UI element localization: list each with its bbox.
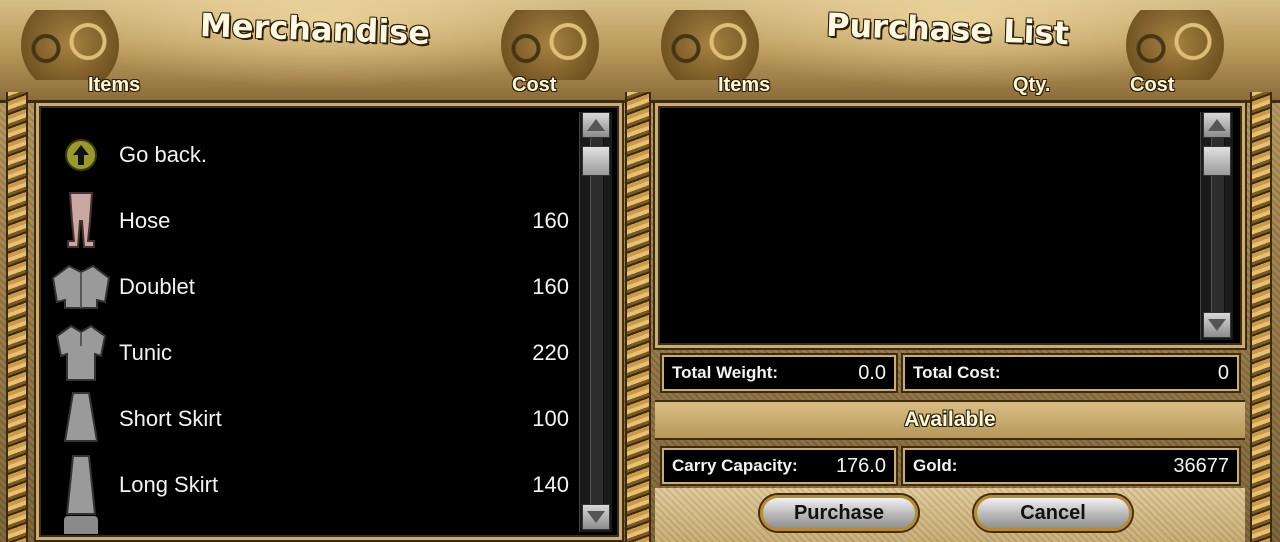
merchandise-list[interactable]: Go back. Hose 160 Doublet 160 Tunic 220 … bbox=[36, 103, 622, 540]
scrollbar-thumb[interactable] bbox=[582, 146, 610, 176]
carry-capacity-label: Carry Capacity: bbox=[672, 456, 798, 475]
button-bar bbox=[655, 488, 1245, 542]
purchase-list[interactable] bbox=[655, 103, 1245, 348]
total-weight-value: 0.0 bbox=[858, 361, 886, 384]
merchandise-item-long-skirt[interactable]: Long Skirt 140 bbox=[49, 454, 569, 516]
scrollbar-thumb[interactable] bbox=[1203, 146, 1231, 176]
arrow-up-icon bbox=[587, 119, 605, 131]
merchandise-item-go-back[interactable]: Go back. bbox=[49, 124, 569, 186]
item-cost: 160 bbox=[532, 274, 569, 299]
purchase-list-header: Purchase List Items Qty. Cost bbox=[640, 0, 1280, 103]
scrollbar-track[interactable] bbox=[590, 138, 604, 506]
tunic-icon bbox=[49, 322, 113, 384]
total-weight-label: Total Weight: bbox=[672, 363, 779, 382]
partial-item-icon bbox=[64, 516, 98, 534]
merchandise-item-hose[interactable]: Hose 160 bbox=[49, 190, 569, 252]
long-skirt-icon bbox=[49, 454, 113, 516]
merchandise-scrollbar[interactable] bbox=[579, 112, 612, 532]
arrow-down-icon bbox=[587, 511, 605, 523]
purchase-items-column-header: Items bbox=[718, 74, 771, 96]
item-cost: 100 bbox=[532, 406, 569, 431]
gold-label: Gold: bbox=[913, 456, 958, 475]
merchandise-cost-column-header: Cost bbox=[512, 74, 557, 96]
ornament-scroll-icon bbox=[10, 10, 130, 80]
ornament-scroll-icon bbox=[650, 10, 770, 80]
merchandise-item-short-skirt[interactable]: Short Skirt 100 bbox=[49, 388, 569, 450]
braided-border bbox=[1250, 92, 1272, 542]
purchase-button[interactable]: Purchase bbox=[760, 495, 918, 531]
item-name: Go back. bbox=[119, 142, 208, 167]
merchandise-item-doublet[interactable]: Doublet 160 bbox=[49, 256, 569, 318]
go-back-arrow-icon bbox=[49, 124, 113, 186]
carry-capacity-box: Carry Capacity: 176.0 bbox=[662, 448, 896, 484]
arrow-down-icon bbox=[1208, 319, 1226, 331]
merchandise-item-tunic[interactable]: Tunic 220 bbox=[49, 322, 569, 384]
item-name: Tunic bbox=[119, 340, 172, 365]
purchase-cost-column-header: Cost bbox=[1130, 74, 1175, 96]
hose-icon bbox=[49, 190, 113, 252]
merchandise-header: Merchandise Items Cost bbox=[0, 0, 640, 103]
scroll-down-button[interactable] bbox=[1203, 312, 1231, 338]
merchandise-title: Merchandise bbox=[199, 5, 431, 53]
gold-box: Gold: 36677 bbox=[903, 448, 1239, 484]
arrow-up-icon bbox=[1208, 119, 1226, 131]
short-skirt-icon bbox=[49, 388, 113, 450]
item-cost: 160 bbox=[532, 208, 569, 233]
gold-value: 36677 bbox=[1173, 454, 1229, 477]
purchase-qty-column-header: Qty. bbox=[1013, 74, 1051, 96]
item-cost: 220 bbox=[532, 340, 569, 365]
total-cost-label: Total Cost: bbox=[913, 363, 1001, 382]
merchandise-items-column-header: Items bbox=[88, 74, 141, 96]
ornament-scroll-icon bbox=[490, 10, 610, 80]
braided-border bbox=[625, 92, 651, 542]
item-name: Doublet bbox=[119, 274, 195, 299]
item-name: Hose bbox=[119, 208, 171, 233]
doublet-icon bbox=[49, 256, 113, 318]
purchase-list-title: Purchase List bbox=[825, 5, 1070, 53]
total-cost-box: Total Cost: 0 bbox=[903, 355, 1239, 391]
scroll-down-button[interactable] bbox=[582, 504, 610, 530]
available-header: Available bbox=[655, 400, 1245, 440]
item-name: Short Skirt bbox=[119, 406, 222, 431]
total-weight-box: Total Weight: 0.0 bbox=[662, 355, 896, 391]
item-name: Long Skirt bbox=[119, 472, 219, 497]
carry-capacity-value: 176.0 bbox=[835, 454, 886, 477]
scroll-up-button[interactable] bbox=[1203, 112, 1231, 138]
cancel-button[interactable]: Cancel bbox=[974, 495, 1132, 531]
braided-border bbox=[6, 92, 28, 542]
total-cost-value: 0 bbox=[1217, 361, 1229, 384]
ornament-scroll-icon bbox=[1115, 10, 1235, 80]
item-cost: 140 bbox=[532, 472, 569, 497]
scroll-up-button[interactable] bbox=[582, 112, 610, 138]
purchase-scrollbar[interactable] bbox=[1200, 112, 1233, 340]
